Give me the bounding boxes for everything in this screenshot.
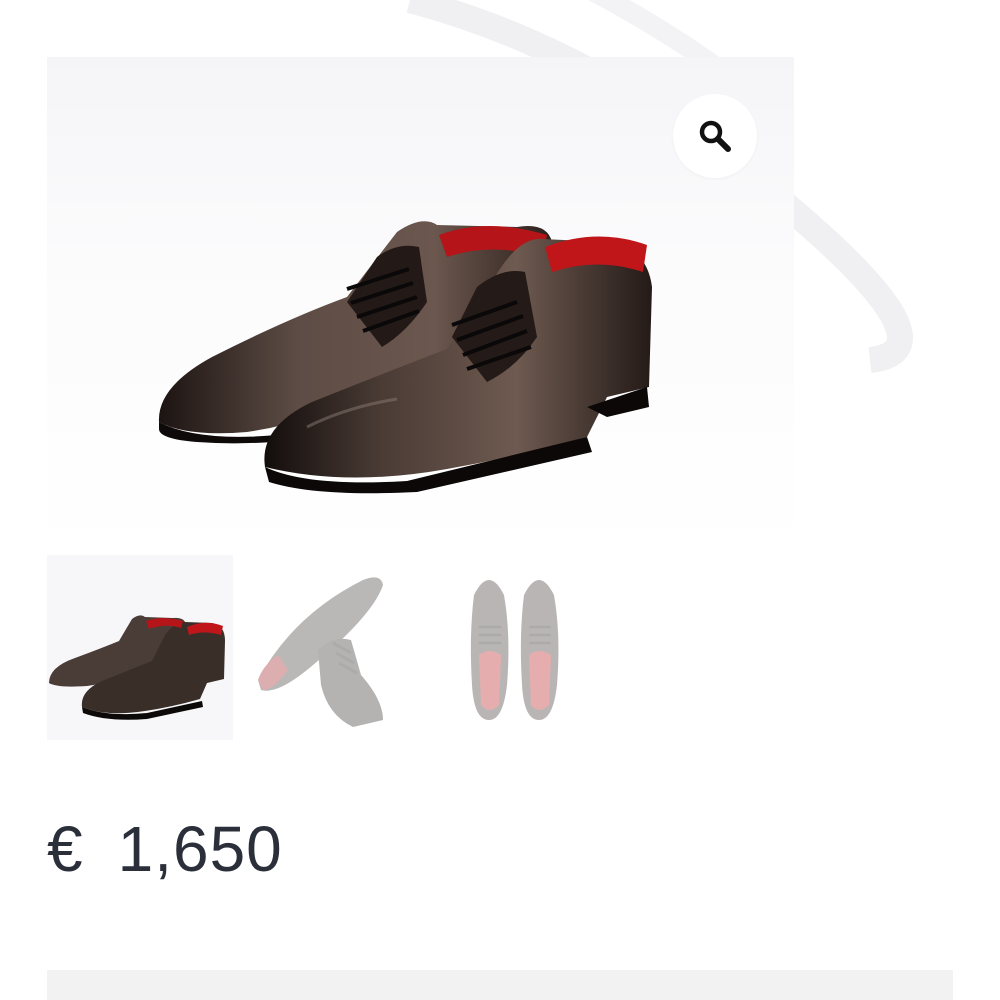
shoes-side-view-thumbnail: [49, 615, 225, 720]
thumbnail-top-view[interactable]: [419, 555, 605, 740]
thumbnail-sole-view[interactable]: [233, 555, 419, 740]
product-page: €1,650: [0, 0, 1000, 1000]
magnifier-icon: [699, 120, 731, 152]
thumbnail-side-view[interactable]: [47, 555, 233, 740]
product-price: €1,650: [47, 812, 283, 886]
shoes-sole-view-thumbnail: [258, 577, 383, 727]
price-amount: 1,650: [117, 813, 283, 885]
zoom-button[interactable]: [673, 94, 757, 178]
bottom-panel: [47, 970, 953, 1000]
shoes-top-view-thumbnail: [470, 580, 559, 720]
price-currency: €: [47, 813, 84, 885]
thumbnail-strip: [47, 555, 607, 740]
